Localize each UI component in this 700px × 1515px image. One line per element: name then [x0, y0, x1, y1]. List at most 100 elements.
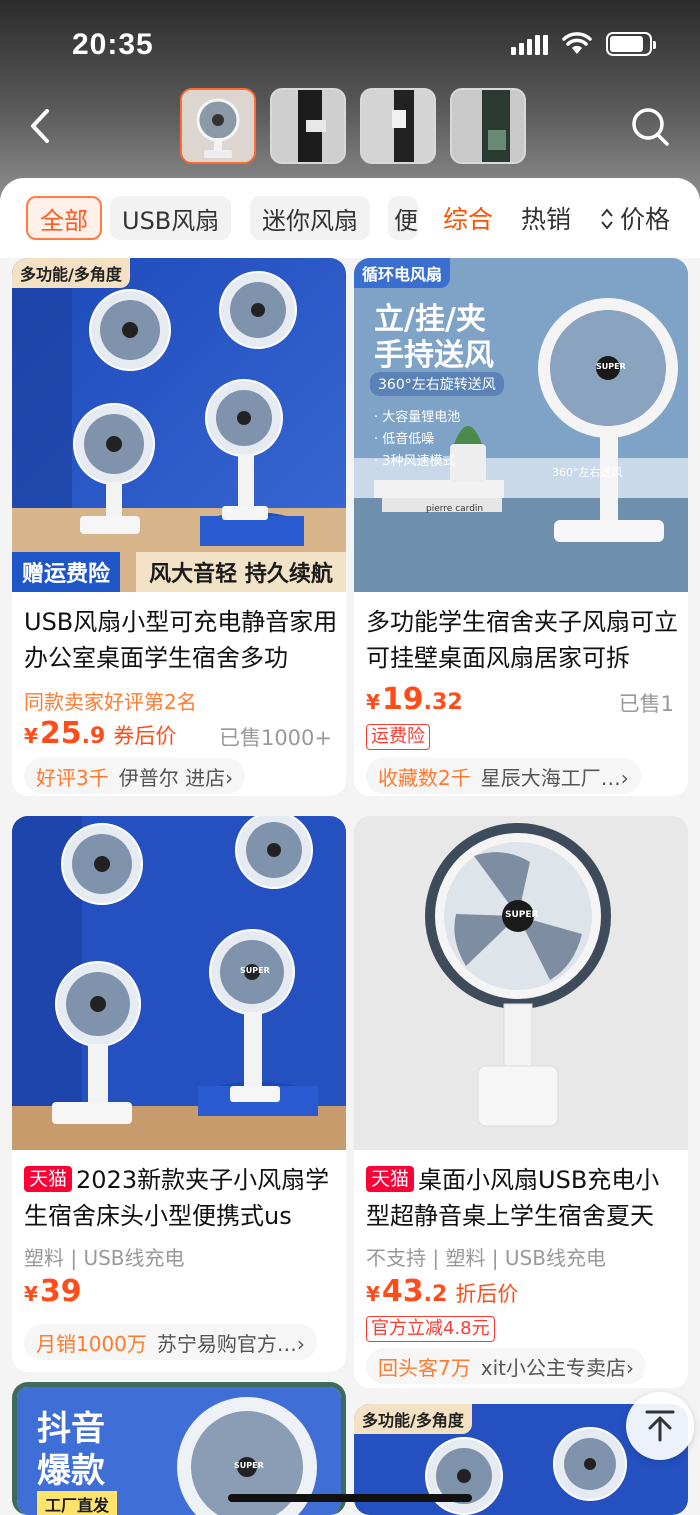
fan-thumbnail-icon: [182, 90, 254, 162]
sort-comprehensive[interactable]: 综合: [443, 200, 493, 236]
sort-arrows-icon: [601, 208, 613, 230]
brand-logo: SUPER: [234, 1461, 264, 1470]
sold-count: 已售1: [618, 692, 674, 716]
product-price: ¥ 25 .9 券后价: [24, 716, 176, 751]
tmall-badge: 天猫: [24, 1166, 73, 1192]
promo-free-shipping-insurance: 赠运费险: [12, 552, 121, 592]
thumbnail-4[interactable]: [450, 88, 526, 164]
bullet-2: · 低音低噪: [374, 432, 435, 447]
product-card-4[interactable]: SUPER 天猫 桌面小风扇USB充电小型超静音桌上学生宿舍夏天 不支持 | 塑料…: [354, 816, 688, 1388]
product-title[interactable]: USB风扇小型可充电静音家用办公室桌面学生宿舍多功: [24, 604, 338, 676]
thumbnail-3[interactable]: [360, 88, 436, 164]
cellular-signal-icon: [511, 33, 548, 55]
chip-all[interactable]: 全部: [26, 196, 102, 240]
chip-more[interactable]: 便: [388, 196, 418, 240]
promo-sub: 360°左右旋转送风: [370, 372, 504, 396]
back-button[interactable]: [22, 104, 58, 148]
sold-count: 已售1000+: [218, 726, 332, 750]
home-indicator: [228, 1494, 472, 1502]
product-attributes: 塑料 | USB线充电: [24, 1246, 185, 1270]
currency-symbol: ¥: [366, 1282, 380, 1306]
product-title[interactable]: 多功能学生宿舍夹子风扇可立可挂壁桌面风扇居家可拆: [366, 604, 680, 676]
shop-highlight: 回头客7万: [378, 1355, 471, 1380]
shop-name: 伊普尔 进店›: [118, 765, 234, 790]
shop-name: 星辰大海工厂…›: [480, 765, 629, 790]
product-card-3[interactable]: SUPER 天猫 2023新款夹子小风扇学生宿舍床头小型便携式us 塑料 | US…: [12, 816, 346, 1372]
seller-rank: 同款卖家好评第2名: [24, 690, 197, 714]
arrow-up-icon: [645, 1410, 675, 1442]
status-icons: [511, 32, 656, 56]
thumbnail-2[interactable]: [270, 88, 346, 164]
product-card-1[interactable]: 多功能/多角度 赠运费险 风大音轻 持久续航 USB风扇小型可充电静音家用办公室…: [12, 258, 346, 796]
feature-ribbon: 多功能/多角度: [354, 1404, 472, 1434]
feature-ribbon: 循环电风扇: [354, 258, 451, 288]
search-icon: [632, 108, 669, 146]
product-title[interactable]: 天猫 桌面小风扇USB充电小型超静音桌上学生宿舍夏天: [366, 1162, 680, 1234]
wifi-icon: [562, 32, 592, 54]
promo-slogan: 风大音轻 持久续航: [136, 552, 346, 592]
price-integer: 25: [39, 716, 82, 751]
shop-name: 苏宁易购官方…›: [156, 1331, 305, 1356]
sort-best-selling[interactable]: 热销: [521, 200, 571, 236]
status-time: 20:35: [72, 28, 154, 61]
header: 20:35: [0, 0, 700, 200]
price-decimal: .9: [81, 724, 106, 749]
photo-thumbnail-icon: [272, 90, 344, 162]
price-decimal: .32: [423, 690, 463, 715]
promo-headline-2: 爆款: [37, 1451, 105, 1491]
thumbnail-1[interactable]: [180, 88, 256, 164]
fan-product-illustration: [12, 816, 346, 1150]
product-price: ¥ 19 .32: [366, 682, 463, 717]
shipping-insurance-tag: 运费险: [366, 724, 430, 750]
fan-product-illustration: [354, 816, 688, 1150]
currency-symbol: ¥: [24, 1282, 38, 1306]
product-price: ¥ 39: [24, 1274, 82, 1309]
scroll-to-top-button[interactable]: [626, 1392, 694, 1460]
official-discount-tag: 官方立减4.8元: [366, 1316, 495, 1342]
promo-headline-2: 手持送风: [374, 338, 494, 373]
chip-mini-fan[interactable]: 迷你风扇: [250, 196, 370, 240]
chevron-left-icon: [31, 109, 49, 143]
shop-link[interactable]: 好评3千 伊普尔 进店›: [24, 758, 246, 794]
price-decimal: .2: [423, 1282, 448, 1307]
feature-ribbon: 多功能/多角度: [12, 258, 130, 288]
brand-logo: SUPER: [505, 910, 539, 920]
tmall-badge: 天猫: [366, 1166, 415, 1192]
product-image[interactable]: SUPER: [354, 816, 688, 1150]
photo-thumbnail-icon: [452, 90, 524, 162]
fan-product-illustration: [12, 258, 346, 592]
product-image[interactable]: 循环电风扇 立/挂/夹 手持送风 360°左右旋转送风 · 大容量锂电池 · 低…: [354, 258, 688, 592]
price-integer: 39: [39, 1274, 82, 1309]
sort-price[interactable]: 价格: [620, 200, 670, 236]
price-note: 券后价: [113, 724, 177, 748]
product-image[interactable]: SUPER: [12, 816, 346, 1150]
book-label: pierre cardin: [426, 504, 484, 514]
photo-thumbnail-icon: [362, 90, 434, 162]
battery-icon: [606, 32, 656, 56]
shop-link[interactable]: 回头客7万 xit小公主专卖店›: [366, 1348, 646, 1384]
bullet-1: · 大容量锂电池: [374, 410, 461, 425]
shop-highlight: 月销1000万: [36, 1331, 147, 1356]
brand-logo: SUPER: [596, 362, 626, 371]
rotation-badge: 360°左右送风: [552, 466, 623, 479]
shop-link[interactable]: 收藏数2千 星辰大海工厂…›: [366, 758, 641, 794]
shop-link[interactable]: 月销1000万 苏宁易购官方…›: [24, 1324, 317, 1360]
price-integer: 43: [381, 1274, 424, 1309]
currency-symbol: ¥: [366, 690, 380, 714]
product-image[interactable]: 多功能/多角度 赠运费险 风大音轻 持久续航: [12, 258, 346, 592]
price-note: 折后价: [455, 1282, 519, 1306]
search-button[interactable]: [628, 104, 672, 148]
shop-name: xit小公主专卖店›: [480, 1355, 634, 1380]
filter-bar: 全部 USB风扇 迷你风扇 便 综合 热销 价格: [0, 178, 700, 258]
currency-symbol: ¥: [24, 724, 38, 748]
chip-usb-fan[interactable]: USB风扇: [110, 196, 232, 240]
shop-highlight: 好评3千: [36, 765, 109, 790]
product-title[interactable]: 天猫 2023新款夹子小风扇学生宿舍床头小型便携式us: [24, 1162, 338, 1234]
product-price: ¥ 43 .2 折后价: [366, 1274, 518, 1309]
product-card-2[interactable]: 循环电风扇 立/挂/夹 手持送风 360°左右旋转送风 · 大容量锂电池 · 低…: [354, 258, 688, 796]
brand-logo: SUPER: [240, 966, 270, 975]
bullet-3: · 3种风速模式: [374, 454, 456, 469]
image-thumbnails: [180, 88, 526, 164]
shop-highlight: 收藏数2千: [378, 765, 471, 790]
price-integer: 19: [381, 682, 424, 717]
